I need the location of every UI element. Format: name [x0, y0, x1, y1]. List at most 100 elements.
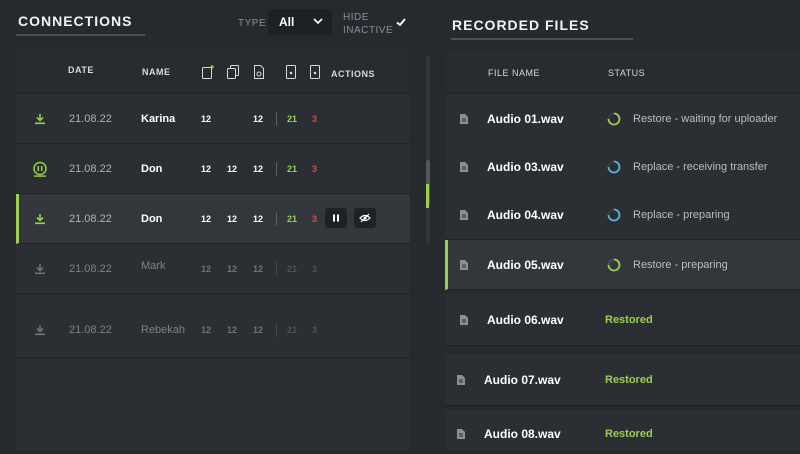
- progress-spinner-icon: [607, 94, 621, 143]
- separator: [276, 262, 277, 276]
- failed-files-icon: [308, 64, 322, 85]
- file-row[interactable]: Audio 04.wav Replace - preparing: [445, 190, 800, 240]
- connection-row[interactable]: 21.08.22 Karina 12 12 21 3: [16, 94, 410, 144]
- hide-inactive-label: HIDE INACTIVE: [343, 12, 394, 36]
- download-icon: [34, 194, 46, 243]
- separator: [276, 112, 277, 126]
- failed-count: 3: [312, 324, 318, 335]
- file-row[interactable]: Audio 06.wav Restored: [445, 294, 800, 346]
- separator: [276, 212, 277, 226]
- column-actions: ACTIONS: [331, 69, 375, 79]
- column-date[interactable]: DATE: [68, 65, 94, 75]
- audio-count: 12: [253, 263, 264, 274]
- file-name: Audio 06.wav: [487, 312, 564, 327]
- connection-name: Don: [141, 212, 163, 225]
- audio-count: 12: [253, 213, 264, 224]
- file-status: Replace - preparing: [633, 208, 730, 221]
- download-icon: [34, 94, 46, 143]
- connection-date: 21.08.22: [69, 262, 112, 275]
- pause-icon: [333, 214, 339, 222]
- failed-count: 3: [312, 213, 318, 224]
- column-file-name[interactable]: FILE NAME: [488, 68, 540, 78]
- separator: [276, 162, 277, 176]
- scrollbar-selection-marker: [426, 184, 429, 208]
- document-icon: [459, 190, 469, 239]
- files-table-header: FILE NAME STATUS: [445, 52, 800, 94]
- pause-button[interactable]: [325, 208, 347, 228]
- failed-count: 3: [312, 263, 318, 274]
- connection-name: Rebekah: [141, 323, 186, 336]
- completed-files-icon: [284, 64, 298, 85]
- connection-row-inactive[interactable]: 21.08.22 Mark 12 12 12 21 3: [16, 244, 410, 294]
- connections-title: CONNECTIONS: [18, 13, 133, 29]
- connection-name: Don: [141, 162, 163, 175]
- completed-count: 21: [287, 213, 298, 224]
- document-icon: [456, 354, 466, 405]
- connection-row-selected[interactable]: 21.08.22 Don 12 12 12 21 3: [16, 194, 410, 244]
- progress-spinner-icon: [607, 190, 621, 239]
- failed-count: 3: [312, 113, 318, 124]
- copy-count: 12: [227, 263, 238, 274]
- document-icon: [456, 414, 466, 454]
- copy-count: 12: [227, 213, 238, 224]
- column-status[interactable]: STATUS: [608, 68, 645, 78]
- column-name[interactable]: NAME: [142, 67, 171, 77]
- chevron-down-icon: [312, 15, 324, 30]
- completed-count: 21: [287, 163, 298, 174]
- audio-count: 12: [253, 113, 264, 124]
- eye-off-icon: [359, 213, 371, 223]
- audio-file-icon: [252, 64, 266, 85]
- new-count: 12: [201, 324, 212, 335]
- new-count: 12: [201, 213, 212, 224]
- download-icon: [34, 244, 46, 293]
- completed-count: 21: [287, 324, 298, 335]
- connection-row[interactable]: 21.08.22 Don 12 12 12 21 3: [16, 144, 410, 194]
- connection-name: Mark: [141, 259, 166, 272]
- title-underline: [16, 34, 145, 36]
- copy-count: 12: [227, 324, 238, 335]
- file-name: Audio 04.wav: [487, 207, 564, 222]
- hide-button[interactable]: [354, 208, 376, 228]
- file-row-selected[interactable]: Audio 05.wav Restore - preparing: [445, 240, 800, 290]
- type-filter-select[interactable]: All: [268, 9, 332, 35]
- scrollbar-track[interactable]: [426, 56, 430, 244]
- checkmark-icon: [396, 18, 406, 27]
- connection-date: 21.08.22: [69, 162, 112, 175]
- audio-count: 12: [253, 163, 264, 174]
- connections-table-header: DATE NAME ACTIONS: [16, 48, 410, 94]
- file-row[interactable]: Audio 03.wav Replace - receiving transfe…: [445, 142, 800, 192]
- connection-date: 21.08.22: [69, 112, 112, 125]
- audio-count: 12: [253, 324, 264, 335]
- file-status: Restore - waiting for uploader: [633, 112, 778, 125]
- file-status: Restored: [605, 428, 653, 440]
- file-name: Audio 03.wav: [487, 159, 564, 174]
- connection-name: Karina: [141, 112, 176, 125]
- progress-spinner-icon: [607, 142, 621, 191]
- title-underline: [451, 38, 633, 40]
- download-icon: [34, 302, 46, 357]
- connection-row-inactive[interactable]: 21.08.22 Rebekah 12 12 12 21 3: [16, 302, 410, 358]
- new-files-icon: [201, 64, 215, 85]
- recorded-files-title: RECORDED FILES: [452, 17, 590, 33]
- new-count: 12: [201, 263, 212, 274]
- document-icon: [459, 294, 469, 345]
- pause-circle-icon: [32, 144, 48, 193]
- file-name: Audio 05.wav: [487, 257, 564, 272]
- file-name: Audio 08.wav: [484, 427, 561, 441]
- completed-count: 21: [287, 113, 298, 124]
- file-row[interactable]: Audio 01.wav Restore - waiting for uploa…: [445, 94, 800, 144]
- file-status: Restored: [605, 313, 653, 326]
- document-icon: [459, 94, 469, 143]
- connection-date: 21.08.22: [69, 212, 112, 225]
- file-name: Audio 07.wav: [484, 372, 561, 387]
- hide-inactive-checkbox[interactable]: [392, 11, 410, 33]
- file-row[interactable]: Audio 08.wav Restored: [445, 410, 800, 450]
- file-name: Audio 01.wav: [487, 111, 564, 126]
- document-icon: [459, 142, 469, 191]
- new-count: 12: [201, 163, 212, 174]
- file-row[interactable]: Audio 07.wav Restored: [445, 354, 800, 406]
- connection-date: 21.08.22: [69, 323, 112, 336]
- completed-count: 21: [287, 263, 298, 274]
- type-filter-label: TYPE: [238, 18, 267, 29]
- separator: [276, 323, 277, 337]
